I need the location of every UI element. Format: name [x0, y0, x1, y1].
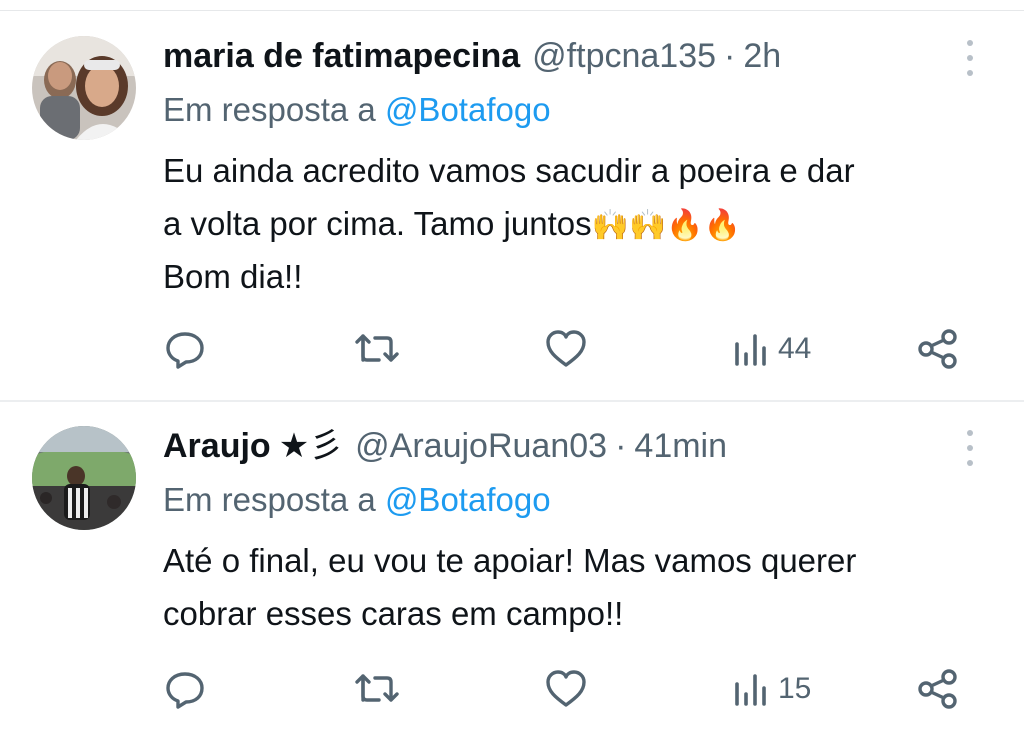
separator: · — [615, 427, 627, 465]
display-name-badge: ★彡 — [278, 427, 344, 465]
like-icon[interactable] — [543, 664, 589, 714]
display-name[interactable]: Araujo — [163, 424, 271, 468]
tweet-header: Araujo ★彡 @AraujoRuan03 · 41min — [163, 424, 727, 468]
tweet-text-line: Eu ainda acredito vamos sacudir a poeira… — [163, 152, 855, 189]
tweet-text-line: Até o final, eu vou te apoiar! Mas vamos… — [163, 542, 857, 579]
reply-mention[interactable]: @Botafogo — [385, 91, 551, 128]
top-divider — [0, 10, 1024, 11]
more-icon[interactable] — [958, 40, 982, 76]
tweet-text-line: Bom dia!! — [163, 258, 303, 295]
display-name[interactable]: maria de fatimapecina — [163, 34, 520, 78]
user-handle[interactable]: @ftpcna135 — [532, 34, 716, 78]
tweet-text: Eu ainda acredito vamos sacudir a poeira… — [163, 144, 855, 303]
views-count: 44 — [778, 332, 812, 365]
tweet-header: maria de fatimapecina @ftpcna135 · 2h — [163, 34, 781, 78]
timestamp[interactable]: 2h — [743, 34, 781, 78]
views-button[interactable]: 15 — [732, 664, 811, 714]
reply-prefix: Em resposta a — [163, 91, 385, 128]
tweet[interactable]: Araujo ★彡 @AraujoRuan03 · 41min Em respo… — [0, 402, 1024, 735]
retweet-icon[interactable] — [353, 664, 401, 714]
avatar[interactable] — [32, 36, 136, 140]
action-bar: 15 — [0, 664, 1024, 714]
reply-prefix: Em resposta a — [163, 481, 385, 518]
tweet-feed: maria de fatimapecina @ftpcna135 · 2h Em… — [0, 0, 1024, 735]
more-icon[interactable] — [958, 430, 982, 466]
tweet[interactable]: maria de fatimapecina @ftpcna135 · 2h Em… — [0, 12, 1024, 400]
user-handle[interactable]: @AraujoRuan03 — [355, 424, 607, 468]
like-icon[interactable] — [543, 324, 589, 374]
action-bar: 44 — [0, 324, 1024, 374]
reply-icon[interactable] — [162, 324, 208, 374]
reply-icon[interactable] — [162, 664, 208, 714]
share-icon[interactable] — [915, 664, 961, 714]
views-icon — [735, 674, 766, 706]
emoji-group: 🙌🙌🔥🔥 — [591, 208, 742, 243]
views-count: 15 — [778, 672, 812, 705]
reply-context: Em resposta a @Botafogo — [163, 88, 551, 132]
views-icon — [735, 334, 766, 366]
tweet-text: Até o final, eu vou te apoiar! Mas vamos… — [163, 534, 856, 640]
retweet-icon[interactable] — [353, 324, 401, 374]
tweet-text-segment: a volta por cima. Tamo juntos — [163, 205, 592, 242]
reply-context: Em resposta a @Botafogo — [163, 478, 551, 522]
tweet-text-line: cobrar esses caras em campo!! — [163, 595, 624, 632]
separator: · — [724, 37, 736, 75]
share-icon[interactable] — [915, 324, 961, 374]
views-button[interactable]: 44 — [732, 324, 811, 374]
tweet-text-line: a volta por cima. Tamo juntos🙌🙌🔥🔥 — [163, 197, 855, 250]
avatar[interactable] — [32, 426, 136, 530]
reply-mention[interactable]: @Botafogo — [385, 481, 551, 518]
timestamp[interactable]: 41min — [634, 424, 727, 468]
